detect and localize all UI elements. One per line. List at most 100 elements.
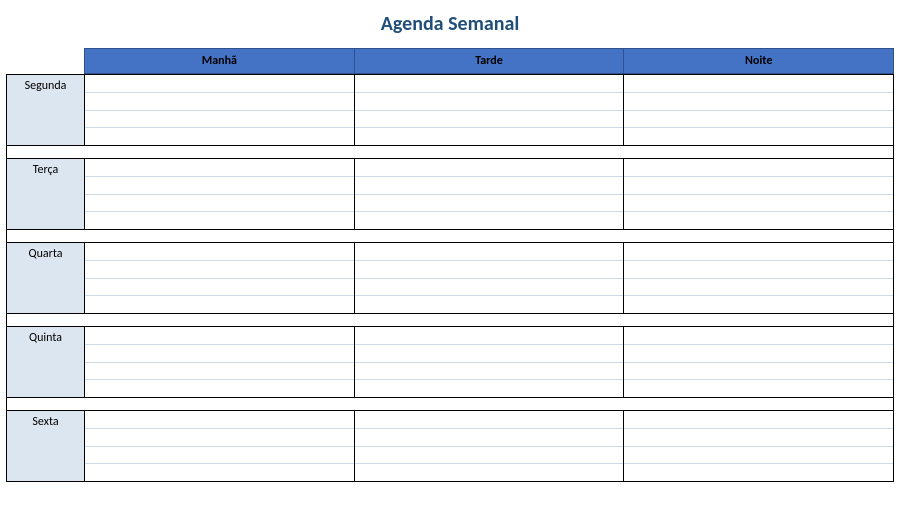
agenda-slot[interactable] <box>624 380 893 397</box>
agenda-slot[interactable] <box>85 177 354 195</box>
agenda-slot[interactable] <box>85 411 354 429</box>
agenda-slot[interactable] <box>85 212 354 229</box>
agenda-slot[interactable] <box>624 75 893 93</box>
agenda-slot[interactable] <box>624 464 893 481</box>
agenda-slot[interactable] <box>624 261 893 279</box>
agenda-slot[interactable] <box>624 447 893 465</box>
day-columns <box>85 159 893 229</box>
day-col-morning <box>85 411 355 481</box>
day-block-terca: Terça <box>6 158 894 230</box>
day-columns <box>85 327 893 397</box>
agenda-slot[interactable] <box>85 327 354 345</box>
agenda-slot[interactable] <box>85 159 354 177</box>
agenda-slot[interactable] <box>85 380 354 397</box>
header-spacer <box>6 48 84 74</box>
agenda-slot[interactable] <box>85 447 354 465</box>
agenda-slot[interactable] <box>624 327 893 345</box>
agenda-slot[interactable] <box>624 411 893 429</box>
header-columns: Manhã Tarde Noite <box>84 48 894 74</box>
agenda-slot[interactable] <box>355 464 624 481</box>
agenda-slot[interactable] <box>85 93 354 111</box>
agenda-slot[interactable] <box>624 363 893 381</box>
day-block-segunda: Segunda <box>6 74 894 146</box>
agenda-slot[interactable] <box>355 327 624 345</box>
agenda-slot[interactable] <box>355 447 624 465</box>
day-block-quinta: Quinta <box>6 326 894 398</box>
day-col-morning <box>85 159 355 229</box>
agenda-slot[interactable] <box>624 195 893 213</box>
day-col-morning <box>85 75 355 145</box>
agenda-slot[interactable] <box>355 363 624 381</box>
agenda-slot[interactable] <box>624 345 893 363</box>
agenda-slot[interactable] <box>355 212 624 229</box>
agenda-slot[interactable] <box>355 111 624 129</box>
day-label: Quinta <box>7 327 85 397</box>
agenda-slot[interactable] <box>355 243 624 261</box>
agenda-slot[interactable] <box>624 296 893 313</box>
day-col-afternoon <box>355 243 625 313</box>
day-gap <box>6 314 894 326</box>
agenda-slot[interactable] <box>355 380 624 397</box>
agenda-slot[interactable] <box>624 111 893 129</box>
column-header-morning: Manhã <box>85 49 355 73</box>
day-col-afternoon <box>355 75 625 145</box>
day-label: Segunda <box>7 75 85 145</box>
agenda-slot[interactable] <box>355 345 624 363</box>
day-gap <box>6 230 894 242</box>
agenda-slot[interactable] <box>355 429 624 447</box>
agenda-slot[interactable] <box>355 296 624 313</box>
day-columns <box>85 411 893 481</box>
day-label: Terça <box>7 159 85 229</box>
day-col-afternoon <box>355 327 625 397</box>
agenda-slot[interactable] <box>85 75 354 93</box>
agenda-slot[interactable] <box>355 159 624 177</box>
agenda-slot[interactable] <box>624 429 893 447</box>
agenda-slot[interactable] <box>355 261 624 279</box>
agenda-slot[interactable] <box>85 345 354 363</box>
agenda-slot[interactable] <box>624 128 893 145</box>
agenda-slot[interactable] <box>355 195 624 213</box>
agenda-slot[interactable] <box>624 177 893 195</box>
day-col-night <box>624 327 893 397</box>
day-gap <box>6 398 894 410</box>
day-label: Sexta <box>7 411 85 481</box>
weekly-agenda-sheet: Manhã Tarde Noite Segunda <box>6 48 894 482</box>
day-columns <box>85 243 893 313</box>
day-col-night <box>624 159 893 229</box>
agenda-slot[interactable] <box>85 296 354 313</box>
agenda-slot[interactable] <box>85 243 354 261</box>
agenda-slot[interactable] <box>355 177 624 195</box>
agenda-slot[interactable] <box>85 279 354 297</box>
agenda-slot[interactable] <box>355 128 624 145</box>
column-header-row: Manhã Tarde Noite <box>6 48 894 74</box>
agenda-slot[interactable] <box>355 75 624 93</box>
page-title: Agenda Semanal <box>6 4 894 48</box>
day-col-afternoon <box>355 159 625 229</box>
day-label: Quarta <box>7 243 85 313</box>
agenda-slot[interactable] <box>624 159 893 177</box>
agenda-slot[interactable] <box>355 279 624 297</box>
agenda-slot[interactable] <box>624 93 893 111</box>
agenda-slot[interactable] <box>85 261 354 279</box>
day-col-afternoon <box>355 411 625 481</box>
agenda-slot[interactable] <box>85 111 354 129</box>
agenda-slot[interactable] <box>85 464 354 481</box>
column-header-afternoon: Tarde <box>355 49 625 73</box>
agenda-slot[interactable] <box>85 128 354 145</box>
agenda-slot[interactable] <box>355 93 624 111</box>
day-col-night <box>624 243 893 313</box>
agenda-slot[interactable] <box>85 363 354 381</box>
day-columns <box>85 75 893 145</box>
day-col-night <box>624 75 893 145</box>
day-col-morning <box>85 327 355 397</box>
agenda-slot[interactable] <box>85 429 354 447</box>
agenda-slot[interactable] <box>85 195 354 213</box>
day-col-night <box>624 411 893 481</box>
day-col-morning <box>85 243 355 313</box>
column-header-night: Noite <box>624 49 893 73</box>
agenda-slot[interactable] <box>624 279 893 297</box>
agenda-slot[interactable] <box>355 411 624 429</box>
agenda-slot[interactable] <box>624 243 893 261</box>
day-block-quarta: Quarta <box>6 242 894 314</box>
agenda-slot[interactable] <box>624 212 893 229</box>
